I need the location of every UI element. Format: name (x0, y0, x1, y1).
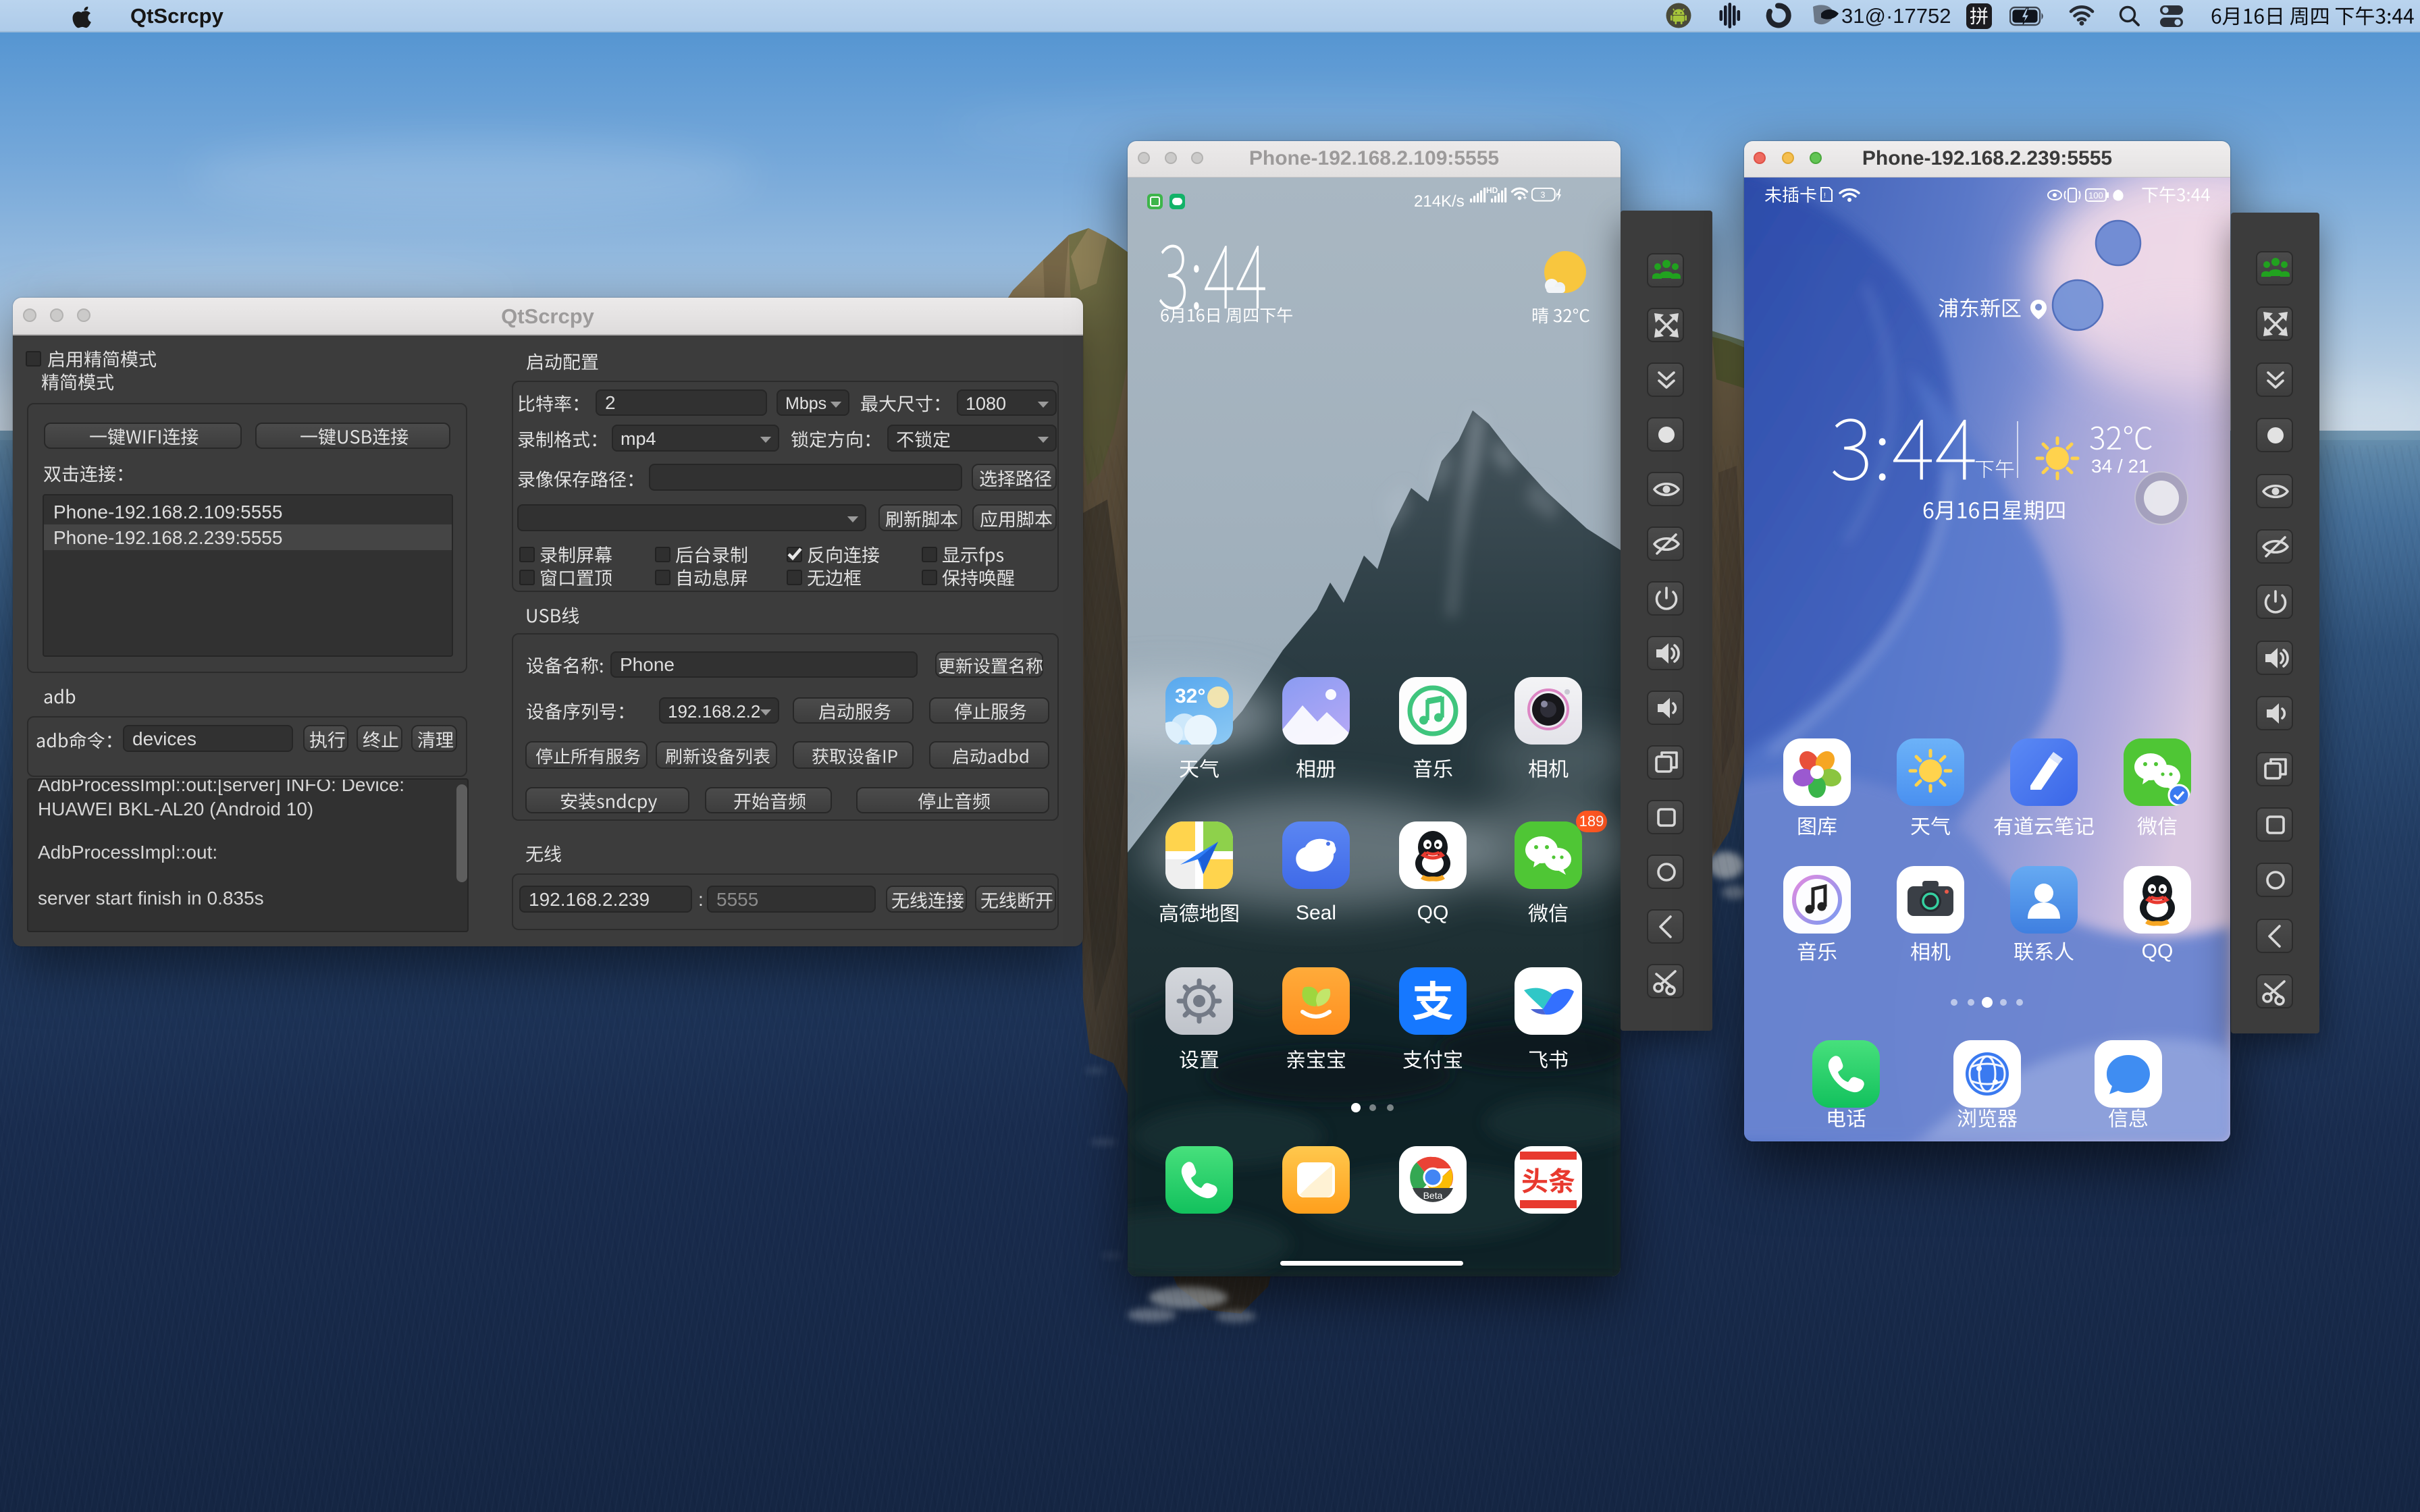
svg-text:32°: 32° (1175, 685, 1205, 707)
svg-text:Beta: Beta (1423, 1190, 1443, 1201)
svg-text:3: 3 (1540, 190, 1545, 200)
svg-text:!: ! (1824, 192, 1826, 200)
svg-text:100: 100 (2088, 190, 2103, 200)
